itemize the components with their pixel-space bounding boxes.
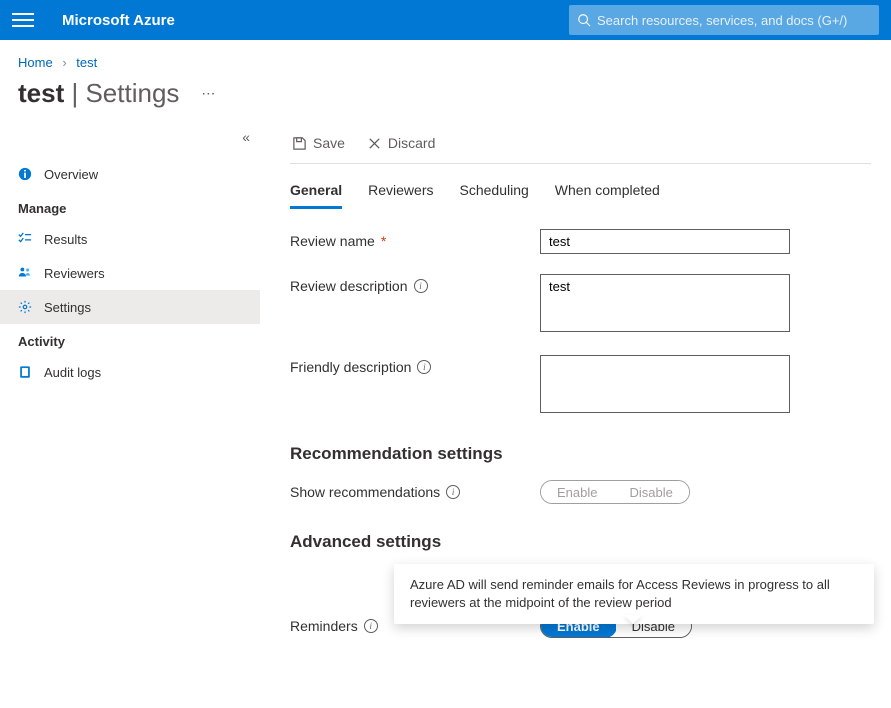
review-description-label: Review description i [290,274,540,294]
breadcrumb: Home › test [0,40,891,78]
friendly-description-input[interactable] [540,355,790,413]
show-recommendations-label: Show recommendations i [290,480,540,500]
page-title: test | Settings ⋯ [0,78,891,121]
info-icon [18,167,34,181]
required-asterisk: * [381,233,386,249]
sidebar-heading-activity: Activity [0,324,260,355]
section-advanced-heading: Advanced settings [290,532,871,552]
page-title-prefix: test [18,78,64,109]
info-icon[interactable]: i [446,485,460,499]
page-title-suffix: | Settings [64,78,179,109]
show-recommendations-toggle: Enable Disable [540,480,690,504]
sidebar-item-label: Settings [44,300,91,315]
save-icon [292,136,307,151]
save-button[interactable]: Save [290,131,347,155]
collapse-sidebar-icon[interactable]: « [242,129,250,145]
info-icon[interactable]: i [417,360,431,374]
section-recommendation-heading: Recommendation settings [290,444,871,464]
review-name-input[interactable] [540,229,790,254]
list-check-icon [18,232,34,246]
sidebar-item-settings[interactable]: Settings [0,290,260,324]
sidebar-heading-manage: Manage [0,191,260,222]
people-icon [18,266,34,280]
tab-scheduling[interactable]: Scheduling [460,178,529,209]
more-actions-icon[interactable]: ⋯ [201,85,216,102]
sidebar-item-audit-logs[interactable]: Audit logs [0,355,260,389]
global-search[interactable] [569,5,879,35]
save-label: Save [313,135,345,151]
gear-icon [18,300,34,314]
row-review-description: Review description i test [290,274,871,335]
sidebar-item-results[interactable]: Results [0,222,260,256]
tabs: General Reviewers Scheduling When comple… [290,178,871,209]
sidebar-item-label: Overview [44,167,98,182]
command-bar: Save Discard [290,131,871,164]
book-icon [18,365,34,379]
tab-reviewers[interactable]: Reviewers [368,178,433,209]
discard-button[interactable]: Discard [365,131,437,155]
sidebar-item-reviewers[interactable]: Reviewers [0,256,260,290]
tab-when-completed[interactable]: When completed [555,178,660,209]
review-name-label: Review name * [290,229,540,249]
hamburger-menu-icon[interactable] [12,9,34,31]
main-content: Save Discard General Reviewers Schedulin… [260,121,891,699]
search-input[interactable] [591,13,871,28]
disable-option: Disable [613,481,688,503]
tooltip: Azure AD will send reminder emails for A… [394,564,874,624]
review-description-input[interactable]: test [540,274,790,332]
info-icon[interactable]: i [414,279,428,293]
info-icon[interactable]: i [364,619,378,633]
chevron-right-icon: › [62,55,66,70]
enable-option: Enable [541,481,613,503]
breadcrumb-current[interactable]: test [76,55,97,70]
row-review-name: Review name * [290,229,871,254]
breadcrumb-home[interactable]: Home [18,55,53,70]
sidebar-item-overview[interactable]: Overview [0,157,260,191]
row-friendly-description: Friendly description i [290,355,871,416]
tab-general[interactable]: General [290,178,342,209]
close-icon [367,136,382,151]
tooltip-text: Azure AD will send reminder emails for A… [410,577,830,610]
row-show-recommendations: Show recommendations i Enable Disable [290,480,871,504]
friendly-description-label: Friendly description i [290,355,540,375]
top-app-bar: Microsoft Azure [0,0,891,40]
discard-label: Discard [388,135,435,151]
sidebar-item-label: Results [44,232,87,247]
brand-label: Microsoft Azure [62,12,175,29]
sidebar-item-label: Audit logs [44,365,101,380]
sidebar-item-label: Reviewers [44,266,105,281]
sidebar: « Overview Manage Results Reviewers [0,121,260,699]
search-icon [577,13,591,27]
